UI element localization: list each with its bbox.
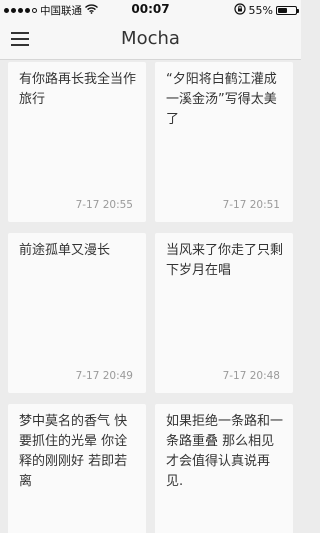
status-bar: 中国联通 00:07 55%: [0, 0, 301, 20]
nav-bar: Mocha: [0, 20, 301, 60]
note-text: 梦中莫名的香气 快要抓住的光晕 你诠释的刚刚好 若即若离: [19, 414, 128, 489]
note-card[interactable]: “夕阳将白鹤江灌成一溪金汤”写得太美了 7-17 20:51: [155, 62, 293, 222]
note-card[interactable]: 梦中莫名的香气 快要抓住的光晕 你诠释的刚刚好 若即若离: [8, 404, 146, 533]
rotation-lock-icon: [233, 3, 246, 18]
battery-icon: [276, 6, 299, 15]
note-card[interactable]: 如果拒绝一条路和一条路重叠 那么相见才会值得认真说再见.: [155, 404, 293, 533]
note-time: 7-17 20:51: [222, 199, 280, 211]
note-time: 7-17 20:55: [75, 199, 133, 211]
page-title: Mocha: [121, 28, 180, 49]
note-card[interactable]: 前途孤单又漫长 7-17 20:49: [8, 233, 146, 393]
note-text: 当风来了你走了只剩下岁月在唱: [166, 243, 284, 278]
note-time: 7-17 20:48: [222, 370, 280, 382]
battery-percent: 55%: [248, 4, 273, 17]
note-text: “夕阳将白鹤江灌成一溪金汤”写得太美了: [166, 72, 277, 127]
note-text: 如果拒绝一条路和一条路重叠 那么相见才会值得认真说再见.: [166, 414, 284, 489]
note-card[interactable]: 当风来了你走了只剩下岁月在唱 7-17 20:48: [155, 233, 293, 393]
note-time: 7-17 20:49: [75, 370, 133, 382]
note-text: 有你路再长我全当作旅行: [19, 72, 137, 107]
note-card[interactable]: 有你路再长我全当作旅行 7-17 20:55: [8, 62, 146, 222]
status-right: 55%: [233, 3, 299, 18]
battery-level: [278, 8, 288, 13]
note-text: 前途孤单又漫长: [19, 243, 111, 258]
